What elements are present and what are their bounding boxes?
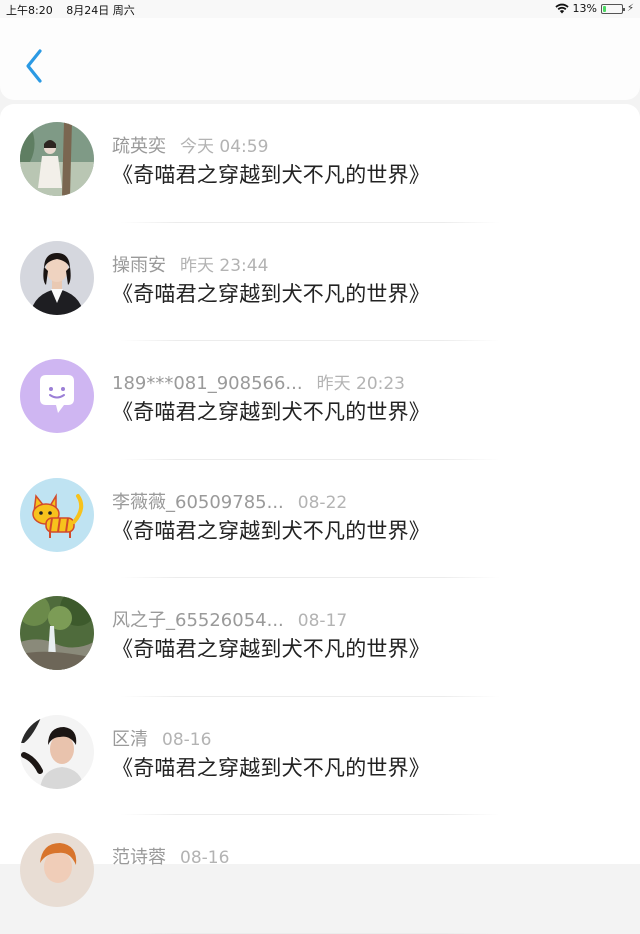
comment-time: 08-17 bbox=[297, 611, 348, 631]
avatar[interactable] bbox=[20, 714, 94, 789]
user-name[interactable]: 区清 bbox=[112, 729, 148, 750]
avatar[interactable] bbox=[20, 596, 94, 670]
wifi-icon bbox=[554, 3, 569, 14]
battery-percent: 13% bbox=[572, 2, 597, 15]
comment-meta: 风之子_65526054... 08-17 bbox=[112, 606, 347, 632]
status-date: 8月24日 周六 bbox=[66, 4, 135, 17]
comment-time: 08-16 bbox=[180, 848, 230, 868]
list-item[interactable]: 操雨安 昨天 23:44 《奇喵君之穿越到犬不凡的世界》 bbox=[0, 223, 640, 342]
comment-time: 今天 04:59 bbox=[180, 137, 269, 157]
comment-meta: 疏英奕 今天 04:59 bbox=[112, 132, 268, 158]
avatar[interactable] bbox=[20, 122, 94, 196]
list-item[interactable]: 区清 08-16 《奇喵君之穿越到犬不凡的世界》 bbox=[0, 697, 640, 816]
nav-header bbox=[0, 18, 640, 100]
list-item[interactable]: 189***081_908566... 昨天 20:23 《奇喵君之穿越到犬不凡的… bbox=[0, 341, 640, 460]
comment-content: 《奇喵君之穿越到犬不凡的世界》 bbox=[112, 281, 430, 306]
list-item[interactable]: 风之子_65526054... 08-17 《奇喵君之穿越到犬不凡的世界》 bbox=[0, 578, 640, 697]
charging-icon: ⚡ bbox=[626, 3, 634, 14]
list-item[interactable]: 范诗蓉 08-16 bbox=[0, 815, 640, 934]
comment-time: 08-16 bbox=[162, 729, 212, 750]
battery-fill bbox=[602, 5, 606, 12]
user-name[interactable]: 操雨安 bbox=[112, 255, 166, 276]
list-item[interactable]: 疏英奕 今天 04:59 《奇喵君之穿越到犬不凡的世界》 bbox=[0, 104, 640, 223]
avatar[interactable] bbox=[20, 359, 94, 433]
comment-time: 昨天 23:44 bbox=[180, 255, 269, 276]
status-time: 上午8:20 bbox=[6, 4, 53, 17]
comment-time: 08-22 bbox=[297, 492, 348, 513]
comment-content: 《奇喵君之穿越到犬不凡的世界》 bbox=[112, 637, 430, 661]
comment-content: 《奇喵君之穿越到犬不凡的世界》 bbox=[112, 163, 430, 187]
comment-content: 《奇喵君之穿越到犬不凡的世界》 bbox=[112, 400, 430, 424]
comment-meta: 区清 08-16 bbox=[112, 725, 211, 751]
user-name[interactable]: 风之子_65526054... bbox=[112, 610, 284, 631]
comment-meta: 范诗蓉 08-16 bbox=[112, 843, 229, 869]
comment-meta: 操雨安 昨天 23:44 bbox=[112, 251, 268, 277]
list-item[interactable]: 李薇薇_60509785... 08-22 《奇喵君之穿越到犬不凡的世界》 bbox=[0, 460, 640, 579]
user-name[interactable]: 疏英奕 bbox=[112, 136, 166, 157]
user-name[interactable]: 189***081_908566... bbox=[112, 373, 303, 394]
user-name[interactable]: 范诗蓉 bbox=[112, 847, 166, 868]
comment-meta: 189***081_908566... 昨天 20:23 bbox=[112, 369, 405, 394]
user-name[interactable]: 李薇薇_60509785... bbox=[112, 492, 284, 513]
comment-meta: 李薇薇_60509785... 08-22 bbox=[112, 488, 347, 514]
avatar[interactable] bbox=[20, 240, 94, 315]
avatar[interactable] bbox=[20, 833, 94, 907]
comment-content: 《奇喵君之穿越到犬不凡的世界》 bbox=[112, 518, 430, 543]
comment-content: 《奇喵君之穿越到犬不凡的世界》 bbox=[112, 755, 430, 780]
battery-icon bbox=[600, 3, 625, 14]
back-chevron-icon[interactable] bbox=[20, 48, 48, 84]
comment-list: 疏英奕 今天 04:59 《奇喵君之穿越到犬不凡的世界》 操雨安 昨天 23:44 … bbox=[0, 104, 640, 934]
avatar[interactable] bbox=[20, 477, 94, 552]
status-bar: 上午8:20 8月24日 周六 13% ⚡ bbox=[0, 0, 640, 18]
comment-time: 昨天 20:23 bbox=[316, 374, 405, 394]
